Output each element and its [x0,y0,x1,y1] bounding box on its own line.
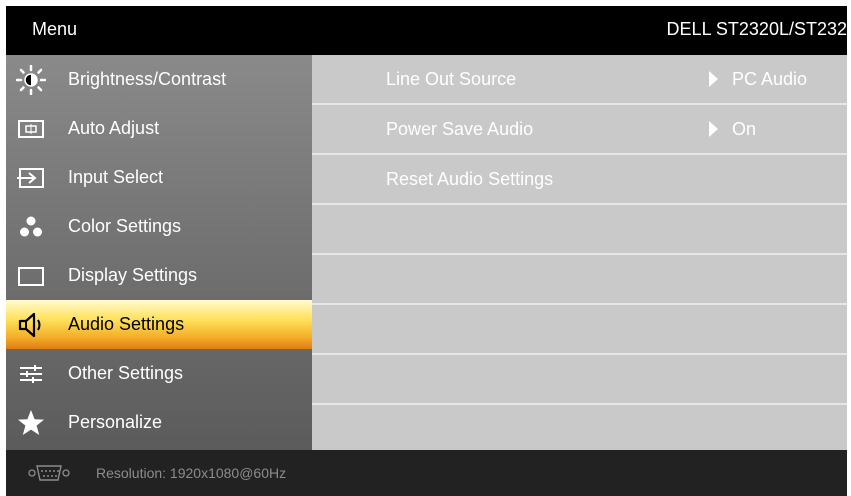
power-save-audio-value: On [732,119,757,139]
brightness-icon [16,65,46,95]
arrow-right-icon [709,71,718,87]
sidebar-item-input-select[interactable]: Input Select [6,153,312,202]
menu-title: Menu [32,19,78,39]
sidebar-item-audio-settings[interactable]: Audio Settings [6,300,312,349]
sliders-icon [16,359,46,389]
empty-row [312,205,847,255]
arrow-right-icon [709,121,718,137]
sidebar-item-label: Other Settings [68,363,184,383]
line-out-source-row[interactable]: Line Out Source PC Audio [312,55,847,105]
status-bar: Resolution: 1920x1080@60Hz [6,450,847,496]
display-settings-icon [16,261,46,291]
reset-audio-settings-label: Reset Audio Settings [386,169,554,189]
star-icon [16,408,46,438]
speaker-icon [16,310,46,340]
sidebar-item-label: Display Settings [68,265,198,285]
audio-settings-panel: Line Out Source PC Audio Power Save Audi… [312,55,847,450]
empty-row [312,355,847,405]
osd-window: Menu DELL ST2320L/ST232 Brightness/Contr… [6,6,847,496]
reset-audio-settings-row[interactable]: Reset Audio Settings [312,155,847,205]
line-out-source-value: PC Audio [732,69,808,89]
sidebar-item-label: Brightness/Contrast [68,69,227,89]
line-out-source-label: Line Out Source [386,69,517,89]
empty-row [312,405,847,450]
osd-header: Menu DELL ST2320L/ST232 [6,6,847,55]
empty-row [312,305,847,355]
model-name: DELL ST2320L/ST232 [666,19,847,39]
sidebar-item-personalize[interactable]: Personalize [6,398,312,447]
power-save-audio-row[interactable]: Power Save Audio On [312,105,847,155]
sidebar-item-label: Personalize [68,412,163,432]
sidebar-item-label: Audio Settings [68,314,185,334]
sidebar-item-display-settings[interactable]: Display Settings [6,251,312,300]
empty-row [312,255,847,305]
sidebar: Brightness/Contrast Auto Adjust Input Se… [6,55,312,450]
resolution-text: Resolution: 1920x1080@60Hz [96,465,287,481]
vga-connector-icon [28,463,70,483]
sidebar-item-label: Auto Adjust [68,118,160,138]
color-settings-icon [16,212,46,242]
sidebar-item-auto-adjust[interactable]: Auto Adjust [6,104,312,153]
sidebar-item-label: Color Settings [68,216,182,236]
power-save-audio-label: Power Save Audio [386,119,534,139]
sidebar-item-other-settings[interactable]: Other Settings [6,349,312,398]
sidebar-item-brightness-contrast[interactable]: Brightness/Contrast [6,55,312,104]
auto-adjust-icon [16,114,46,144]
sidebar-item-label: Input Select [68,167,164,187]
input-select-icon [16,163,46,193]
sidebar-item-color-settings[interactable]: Color Settings [6,202,312,251]
